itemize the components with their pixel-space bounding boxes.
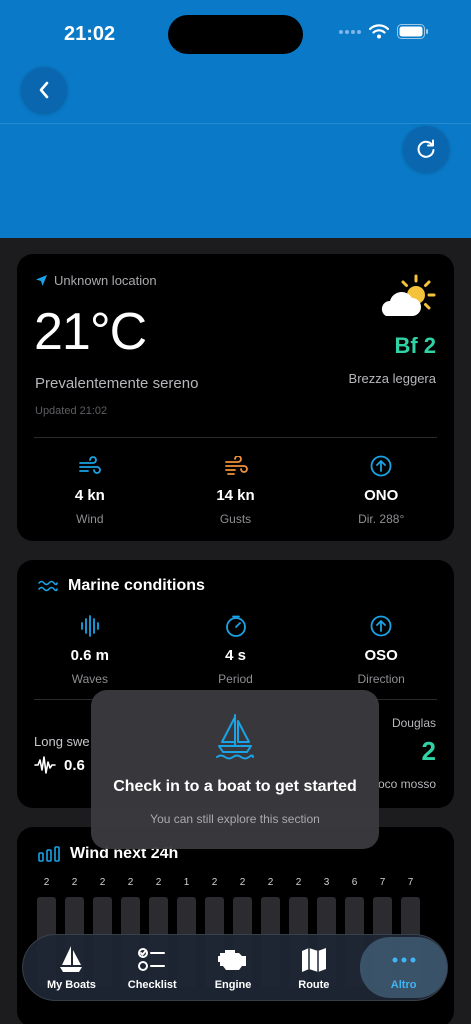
refresh-button[interactable] (403, 126, 449, 172)
wind-hour-value: 2 (211, 877, 218, 888)
waves-label: Waves (71, 672, 108, 686)
wind-hour-value: 7 (407, 877, 414, 888)
metric-waves: 0.6 m Waves (17, 614, 163, 686)
battery-icon (397, 24, 428, 39)
header: 21:02 (0, 0, 471, 238)
status-bar: 21:02 (0, 0, 471, 60)
tab-engine[interactable]: Engine (193, 937, 274, 998)
wind-hour-value: 2 (267, 877, 274, 888)
wind-label: Wind (76, 512, 104, 526)
wind-hour-value: 2 (71, 877, 78, 888)
sailboat-icon (216, 714, 254, 760)
gusts-value: 14 kn (216, 487, 255, 504)
wind-hour-value: 2 (239, 877, 246, 888)
marine-metrics: 0.6 m Waves 4 s Period OSO Direction (17, 614, 454, 686)
sailboat-icon (60, 945, 83, 972)
direction-value: ONO (364, 487, 399, 504)
douglas-label: Douglas (391, 716, 436, 730)
metric-wind: 4 kn Wind (17, 454, 163, 526)
period-value: 4 s (225, 647, 246, 664)
douglas-desc: oco mosso (377, 777, 436, 791)
marine-title: Marine conditions (38, 577, 205, 595)
tab-label: Route (298, 978, 330, 991)
wind-hour-value: 2 (295, 877, 302, 888)
refresh-icon (417, 139, 435, 158)
direction-arrow-icon (370, 615, 392, 637)
bar-chart-icon (38, 846, 60, 862)
gusts-label: Gusts (219, 512, 252, 526)
back-button[interactable] (21, 67, 67, 113)
wave-height-icon (80, 615, 99, 637)
direction-label: Dir. 288° (358, 512, 405, 526)
wave-direction-value: OSO (364, 647, 398, 664)
wind-hour-value: 3 (323, 877, 330, 888)
condition-text: Prevalentemente sereno (35, 375, 199, 392)
wind-hour-value: 6 (351, 877, 358, 888)
weather-card: Unknown location 21°C Prevalentemente se… (17, 254, 454, 541)
wind-hour-value: 2 (43, 877, 50, 888)
gusts-icon (224, 456, 248, 475)
tab-bar: My Boats Checklist Engine Route Altro (22, 934, 448, 1001)
status-icons (339, 24, 429, 39)
tab-label: My Boats (46, 978, 96, 991)
long-swell-value: 0.6 (64, 756, 85, 774)
check-in-overlay: Check in to a boat to get started You ca… (91, 690, 379, 849)
marine-title-text: Marine conditions (68, 577, 205, 594)
cellular-icon (339, 29, 361, 34)
tab-route[interactable]: Route (273, 937, 354, 998)
overlay-subtitle: You can still explore this section (150, 812, 320, 826)
wind-hour-value: 2 (99, 877, 106, 888)
beaufort-value: Bf 2 (394, 333, 436, 358)
overlay-title: Check in to a boat to get started (113, 778, 357, 795)
metric-wave-direction: OSO Direction (308, 614, 454, 686)
metric-direction: ONO Dir. 288° (308, 454, 454, 526)
location-arrow-icon (36, 275, 47, 286)
wind-hour-value: 2 (127, 877, 134, 888)
wind-metrics: 4 kn Wind 14 kn Gusts ONO Dir. 288° (17, 454, 454, 526)
wind-value: 4 kn (74, 487, 105, 504)
waves-icon (38, 580, 58, 592)
waves-value: 0.6 m (70, 647, 110, 664)
status-time: 21:02 (64, 23, 116, 45)
metric-period: 4 s Period (163, 614, 309, 686)
wind-icon (78, 456, 101, 474)
divider (34, 437, 437, 438)
long-swell-label: Long swe (34, 734, 90, 749)
location-row: Unknown location (35, 273, 157, 288)
wind-hour-value: 2 (155, 877, 162, 888)
tab-label: Altro (390, 978, 417, 991)
metric-gusts: 14 kn Gusts (163, 454, 309, 526)
wind-hour-value: 7 (379, 877, 386, 888)
breeze-text: Brezza leggera (348, 371, 436, 386)
douglas-value: 2 (421, 736, 436, 766)
tab-altro[interactable]: Altro (360, 937, 447, 998)
partly-cloudy-icon (374, 274, 436, 325)
chevron-left-icon (39, 81, 49, 99)
swell-waveform-icon (34, 756, 56, 774)
tab-checklist[interactable]: Checklist (112, 937, 193, 998)
timer-icon (225, 615, 246, 637)
updated-time: Updated 21:02 (35, 405, 108, 417)
period-label: Period (218, 672, 253, 686)
more-dots-icon (392, 957, 416, 962)
long-swell-row: 0.6 (34, 756, 85, 774)
location-label: Unknown location (54, 273, 157, 288)
direction-arrow-icon (370, 455, 392, 477)
tab-my-boats[interactable]: My Boats (31, 937, 112, 998)
header-separator (0, 123, 471, 124)
tab-label: Checklist (127, 978, 177, 991)
map-icon (301, 947, 326, 972)
engine-icon (218, 949, 247, 970)
wind-hour-value: 1 (183, 877, 190, 888)
wifi-icon (369, 24, 389, 39)
wave-direction-label: Direction (357, 672, 405, 686)
tab-label: Engine (214, 978, 252, 991)
checklist-icon (138, 947, 166, 971)
temperature: 21°C (34, 303, 147, 361)
dynamic-island (168, 15, 303, 54)
